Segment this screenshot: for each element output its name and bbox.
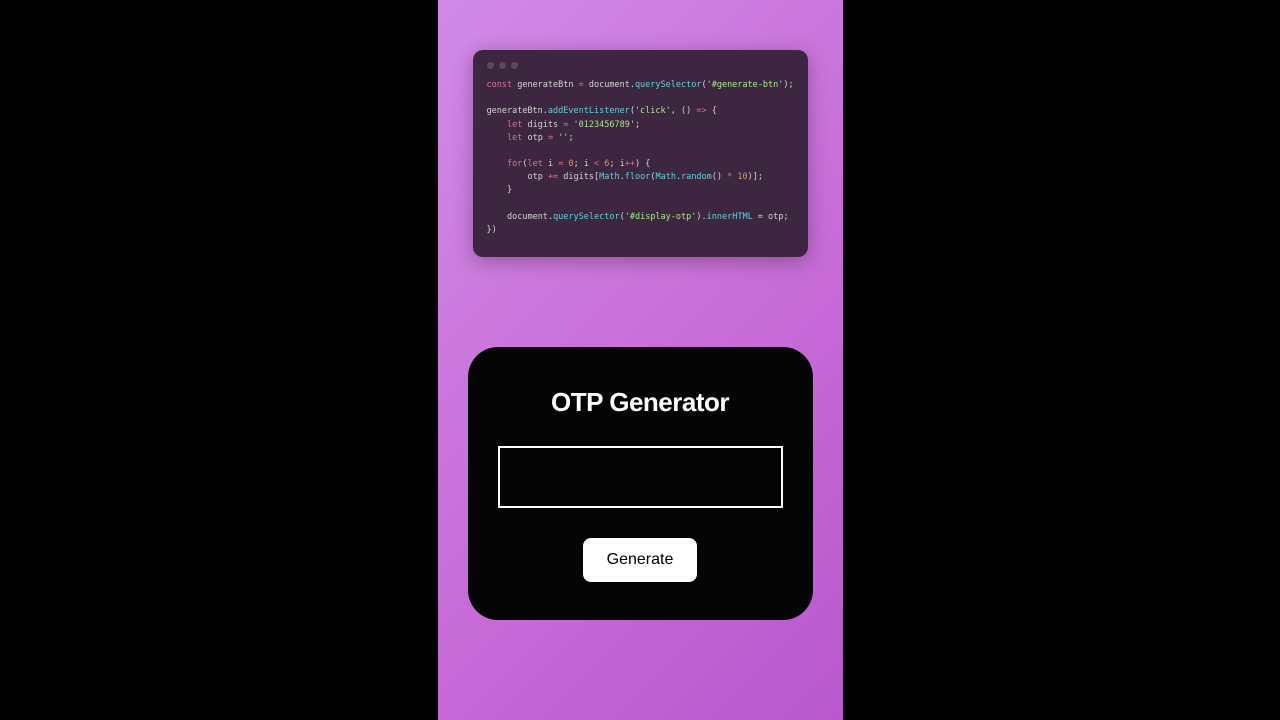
minimize-icon: [499, 62, 506, 69]
close-icon: [487, 62, 494, 69]
generate-button[interactable]: Generate: [583, 538, 698, 582]
phone-frame: const generateBtn = document.querySelect…: [438, 0, 843, 720]
window-controls: [487, 62, 794, 69]
otp-display-output: [498, 446, 783, 508]
maximize-icon: [511, 62, 518, 69]
otp-title: OTP Generator: [551, 387, 729, 418]
code-editor-window: const generateBtn = document.querySelect…: [473, 50, 808, 257]
code-content: const generateBtn = document.querySelect…: [487, 79, 794, 237]
otp-generator-card: OTP Generator Generate: [468, 347, 813, 620]
